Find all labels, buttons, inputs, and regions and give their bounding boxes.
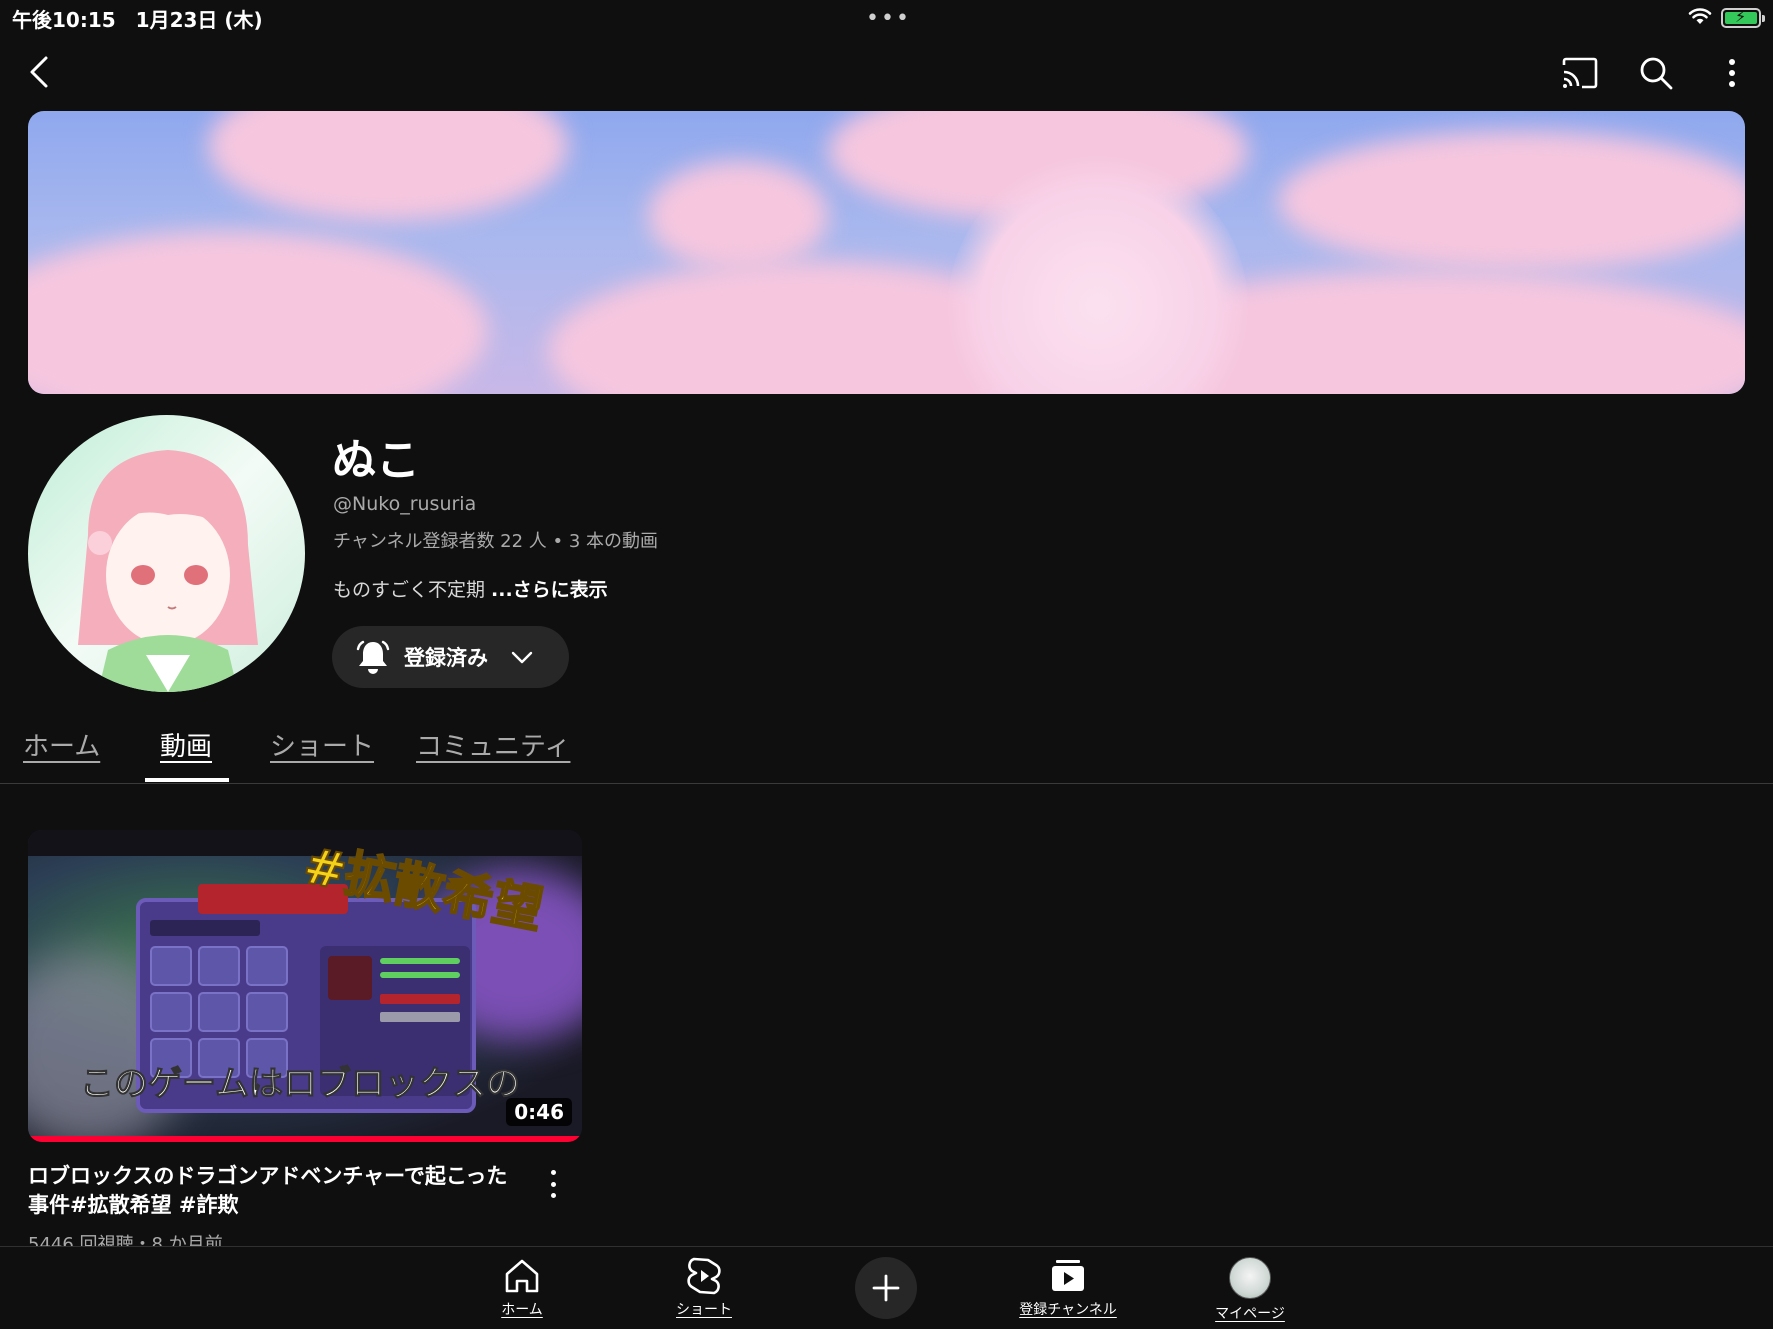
channel-tabs: ホーム 動画 ショート コミュニティ — [0, 720, 1773, 784]
tab-community[interactable]: コミュニティ — [416, 726, 570, 763]
tab-videos[interactable]: 動画 — [160, 726, 212, 763]
video-more-options-icon[interactable] — [538, 1166, 568, 1202]
tab-shorts[interactable]: ショート — [270, 726, 374, 763]
back-chevron-icon — [30, 56, 48, 88]
nav-home-label: ホーム — [501, 1302, 543, 1318]
status-time: 午後10:15 1月23日 (木) — [12, 8, 263, 32]
cast-icon — [1562, 57, 1598, 89]
channel-name: ぬこ — [332, 435, 420, 486]
nav-shorts[interactable]: ショート — [644, 1257, 764, 1319]
nav-shorts-label: ショート — [676, 1302, 732, 1318]
plus-icon — [872, 1274, 900, 1302]
more-options-button[interactable] — [1709, 50, 1755, 96]
nav-my-page[interactable]: マイページ — [1190, 1257, 1310, 1323]
battery-charging-icon: ⚡ — [1721, 7, 1765, 28]
channel-description[interactable]: ものすごく不定期 ...さらに表示 — [333, 575, 608, 602]
nav-my-page-label: マイページ — [1215, 1306, 1285, 1322]
multitask-dots[interactable]: ••• — [866, 6, 911, 31]
nav-subscriptions-label: 登録チャンネル — [1019, 1302, 1117, 1318]
bell-icon — [356, 640, 390, 674]
tab-home[interactable]: ホーム — [23, 726, 100, 763]
watch-progress-bar — [28, 1136, 582, 1142]
video-thumbnail[interactable]: #拡散希望 このゲームはロブロックスの 0:46 — [28, 830, 582, 1142]
status-bar: 午後10:15 1月23日 (木) ••• ⚡ — [0, 0, 1773, 34]
search-icon — [1640, 57, 1673, 90]
bottom-navigation: ホーム ショート 登録チャンネル マイページ — [0, 1246, 1773, 1329]
search-button[interactable] — [1633, 50, 1679, 96]
wifi-icon — [1687, 6, 1713, 30]
back-button[interactable] — [20, 50, 64, 94]
more-vertical-icon — [1729, 59, 1735, 87]
channel-banner — [28, 111, 1745, 394]
subscriptions-icon — [1052, 1260, 1084, 1291]
youtube-channel-page: 午後10:15 1月23日 (木) ••• ⚡ ぬこ @Nuko_rusuria… — [0, 0, 1773, 1329]
video-title[interactable]: ロブロックスのドラゴンアドベンチャーで起こった事件#拡散希望 #詐欺 — [28, 1162, 518, 1220]
channel-handle: @Nuko_rusuria — [333, 493, 477, 515]
thumbnail-caption: このゲームはロブロックスの — [80, 1064, 521, 1105]
chevron-down-icon — [511, 651, 533, 664]
show-more-link[interactable]: ...さらに表示 — [491, 579, 608, 601]
description-text: ものすごく不定期 — [333, 579, 486, 601]
channel-avatar[interactable] — [28, 415, 305, 692]
shorts-icon — [687, 1257, 721, 1295]
subscribed-label: 登録済み — [404, 646, 488, 670]
video-meta: 5446 回視聴・8 か月前 — [28, 1234, 223, 1246]
cast-button[interactable] — [1557, 50, 1603, 96]
create-button[interactable] — [855, 1257, 917, 1319]
nav-subscriptions[interactable]: 登録チャンネル — [1008, 1257, 1128, 1319]
subscribed-button[interactable]: 登録済み — [332, 626, 569, 688]
channel-stats: チャンネル登録者数 22 人 • 3 本の動画 — [333, 531, 659, 552]
video-duration-badge: 0:46 — [506, 1098, 572, 1126]
home-icon — [505, 1259, 539, 1293]
status-icons: ⚡ — [1687, 6, 1765, 30]
profile-avatar-icon — [1229, 1257, 1271, 1299]
active-tab-indicator — [145, 778, 229, 782]
nav-home[interactable]: ホーム — [462, 1257, 582, 1319]
top-actions — [1557, 50, 1755, 96]
top-app-bar — [0, 40, 1773, 106]
